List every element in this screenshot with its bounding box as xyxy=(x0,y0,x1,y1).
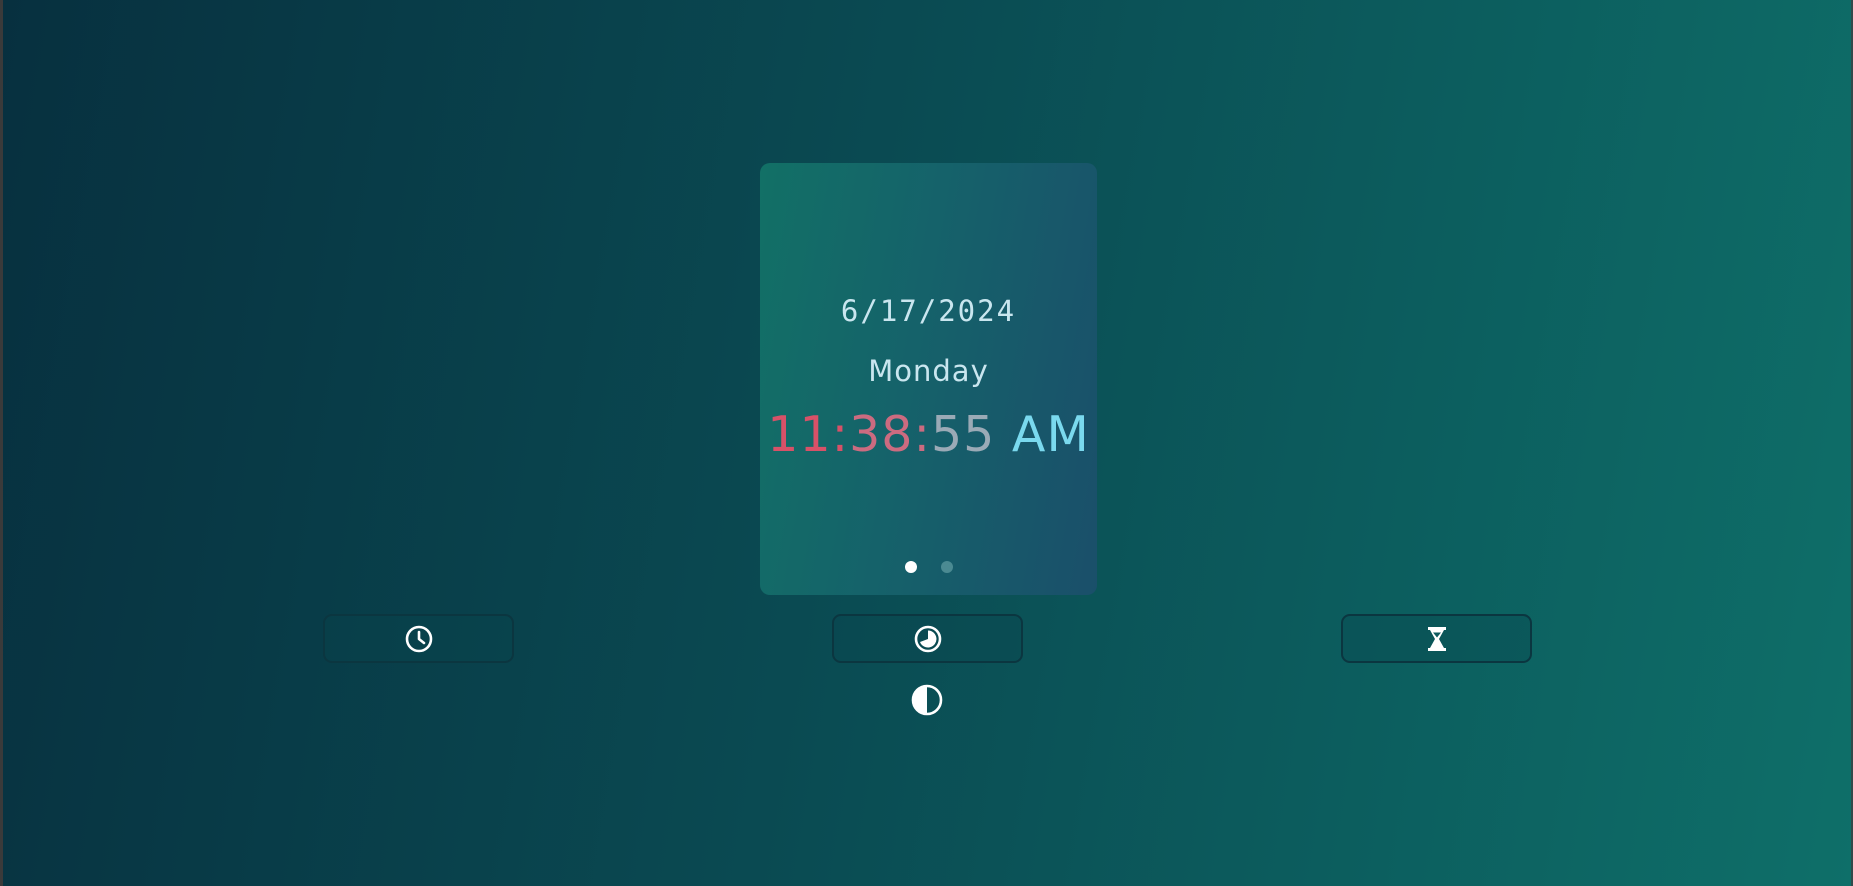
carousel-dot-2[interactable] xyxy=(940,561,953,573)
hourglass-icon xyxy=(1427,626,1446,651)
time-hours: 11: xyxy=(767,406,850,463)
stopwatch-mode-button[interactable] xyxy=(832,614,1023,663)
clock-icon xyxy=(405,625,432,652)
carousel-indicators xyxy=(760,561,1097,573)
time-display: 11:38:55 AM xyxy=(767,406,1089,463)
window-edge xyxy=(0,0,3,886)
time-period: AM xyxy=(995,406,1090,463)
contrast-icon[interactable] xyxy=(911,684,943,716)
clock-card: 6/17/2024 Monday 11:38:55 AM xyxy=(760,163,1097,595)
timer-mode-button[interactable] xyxy=(1341,614,1532,663)
time-seconds: 55 xyxy=(930,406,996,463)
carousel-dot-1[interactable] xyxy=(904,561,917,573)
weekday-display: Monday xyxy=(868,354,989,388)
time-minutes: 38: xyxy=(849,406,931,463)
clock-mode-button[interactable] xyxy=(323,614,514,663)
stopwatch-icon xyxy=(914,625,941,652)
date-display: 6/17/2024 xyxy=(840,294,1017,328)
